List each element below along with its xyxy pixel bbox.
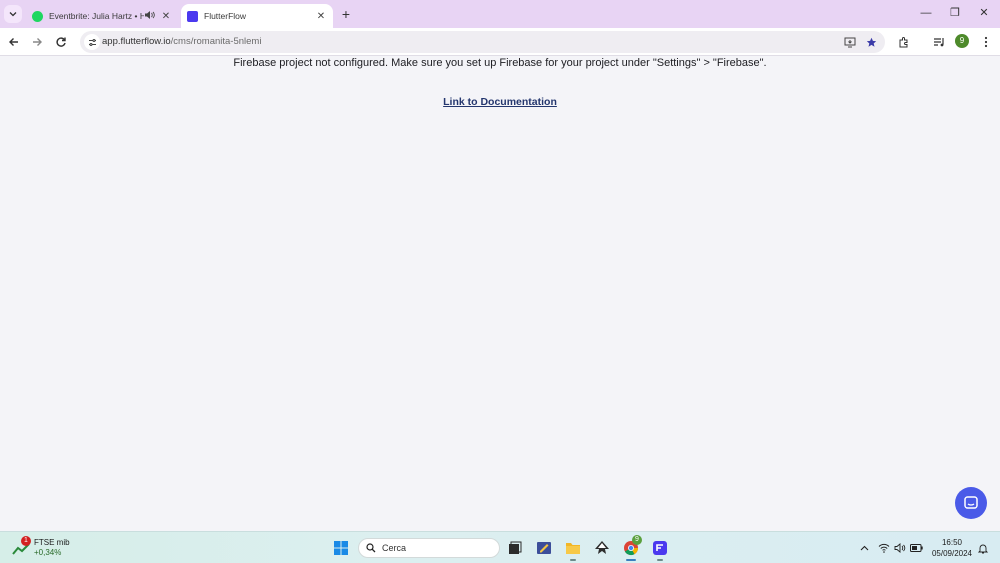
browser-toolbar: app.flutterflow.io/cms/romanita-5nlemi 9 xyxy=(0,28,1000,56)
search-icon xyxy=(366,543,376,553)
close-window-icon[interactable]: ✕ xyxy=(973,5,995,21)
taskbar-app-task-view[interactable] xyxy=(506,539,524,557)
stock-widget[interactable]: 1 FTSE mib +0,34% xyxy=(12,536,70,560)
page-content: Firebase project not configured. Make su… xyxy=(0,57,1000,531)
windows-taskbar: 1 FTSE mib +0,34% 9 xyxy=(0,531,1000,563)
media-control-icon[interactable] xyxy=(931,34,947,50)
taskbar-app-editor[interactable] xyxy=(535,539,553,557)
new-tab-button[interactable]: + xyxy=(338,6,354,22)
clock-time: 16:50 xyxy=(941,538,963,547)
tab-search-button[interactable] xyxy=(4,5,22,23)
address-bar[interactable]: app.flutterflow.io/cms/romanita-5nlemi xyxy=(80,31,885,53)
windows-icon xyxy=(334,541,348,555)
chat-icon xyxy=(964,496,978,509)
reload-icon[interactable] xyxy=(53,34,69,50)
taskbar-app-inkscape[interactable] xyxy=(593,539,611,557)
url-text[interactable]: app.flutterflow.io/cms/romanita-5nlemi xyxy=(102,36,261,47)
running-indicator xyxy=(626,559,636,561)
back-icon[interactable] xyxy=(6,34,22,50)
speaker-icon[interactable] xyxy=(144,10,156,22)
chrome-badge: 9 xyxy=(632,535,642,545)
taskbar-search-input[interactable] xyxy=(382,543,492,553)
profile-avatar[interactable]: 9 xyxy=(955,34,969,48)
restore-icon[interactable]: ❐ xyxy=(944,5,966,21)
volume-icon[interactable] xyxy=(893,541,907,555)
forward-icon[interactable] xyxy=(29,34,45,50)
spotify-icon xyxy=(32,10,43,22)
url-path: /cms/romanita-5nlemi xyxy=(170,36,262,47)
flutterflow-app-icon xyxy=(653,541,667,555)
close-tab-icon[interactable]: ✕ xyxy=(160,11,172,22)
folder-icon xyxy=(566,543,580,554)
chevron-down-icon xyxy=(9,12,17,17)
extensions-icon[interactable] xyxy=(896,34,912,50)
taskbar-app-chrome[interactable]: 9 xyxy=(622,535,642,557)
editor-app-icon xyxy=(537,542,551,554)
running-indicator xyxy=(570,559,576,561)
firebase-error-message: Firebase project not configured. Make su… xyxy=(233,57,767,69)
notifications-bell-icon[interactable] xyxy=(976,541,990,555)
install-app-icon[interactable] xyxy=(843,35,857,49)
widget-badge: 1 xyxy=(21,536,31,546)
more-menu-icon[interactable] xyxy=(978,34,994,50)
wifi-icon[interactable] xyxy=(877,541,891,555)
site-info-icon[interactable] xyxy=(84,34,100,50)
battery-icon[interactable] xyxy=(909,541,923,555)
clock-date: 05/09/2024 xyxy=(931,549,973,558)
flutterflow-icon xyxy=(187,10,198,22)
documentation-link-wrapper: Link to Documentation xyxy=(0,96,1000,108)
star-icon[interactable] xyxy=(864,35,878,49)
tab-title: Eventbrite: Julia Hartz • How xyxy=(49,11,144,21)
taskbar-app-flutterflow[interactable] xyxy=(651,539,669,557)
show-hidden-icons-chevron-icon[interactable] xyxy=(857,541,871,555)
inkscape-icon xyxy=(595,541,609,554)
close-tab-icon[interactable]: ✕ xyxy=(315,11,327,22)
taskbar-app-file-explorer[interactable] xyxy=(564,539,582,557)
task-view-icon xyxy=(509,541,522,554)
browser-tab-strip: Eventbrite: Julia Hartz • How ✕ FlutterF… xyxy=(0,0,1000,28)
tab-eventbrite[interactable]: Eventbrite: Julia Hartz • How ✕ xyxy=(26,4,178,28)
tab-flutterflow[interactable]: FlutterFlow ✕ xyxy=(181,4,333,28)
widget-change: +0,34% xyxy=(34,548,62,557)
running-indicator xyxy=(657,559,663,561)
system-clock[interactable]: 16:50 05/09/2024 xyxy=(926,537,978,559)
widget-title: FTSE mib xyxy=(34,538,70,547)
start-button[interactable] xyxy=(332,539,350,557)
chat-support-button[interactable] xyxy=(955,487,987,519)
minimize-icon[interactable]: — xyxy=(915,5,937,21)
documentation-link[interactable]: Link to Documentation xyxy=(443,96,557,108)
taskbar-search[interactable] xyxy=(358,538,500,558)
url-host: app.flutterflow.io xyxy=(102,36,171,47)
tab-title: FlutterFlow xyxy=(204,11,247,21)
